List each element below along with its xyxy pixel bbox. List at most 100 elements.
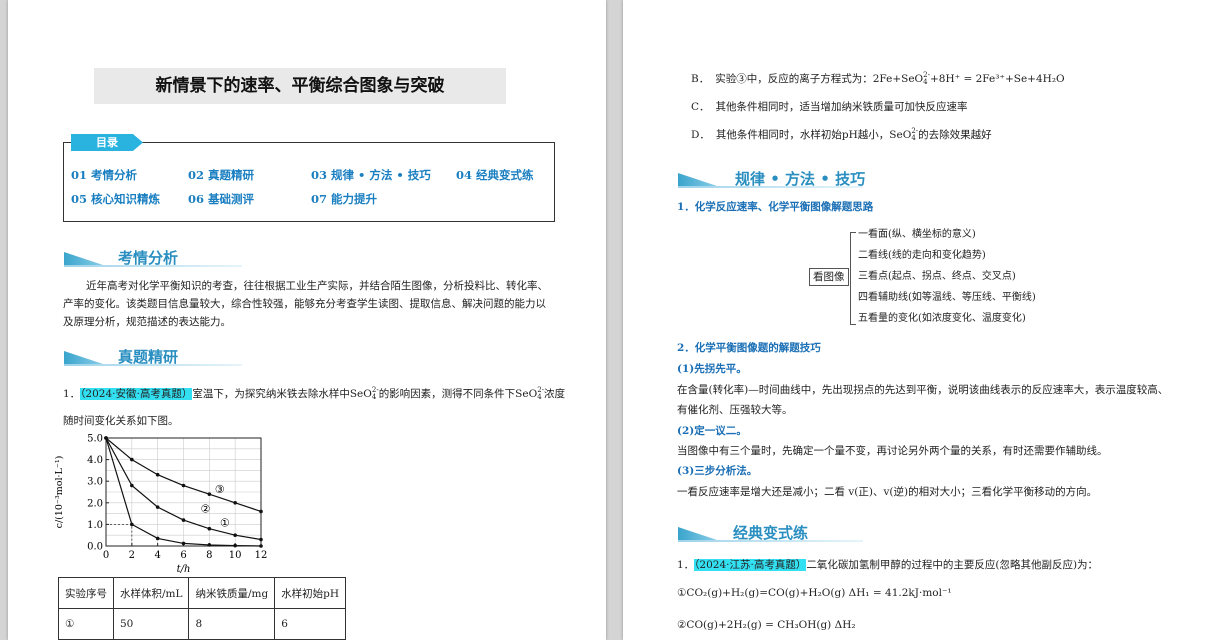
question-source-tag: （2024·江苏·高考真题） — [694, 559, 807, 571]
table-header: 水样初始pH — [274, 577, 347, 609]
table-cell: 8 — [188, 608, 276, 640]
data-point — [104, 436, 108, 440]
analysis-line-2: 产率的变化。该类题目信息量较大，综合性较强，能够充分考查学生读图、提取信息、解决… — [63, 298, 546, 310]
option-label: B． — [691, 73, 710, 85]
toc-tab: 目录 — [71, 134, 143, 151]
data-point — [181, 541, 186, 546]
section-marker-icon — [678, 527, 720, 541]
data-point — [207, 526, 212, 531]
x-axis-label: t/h — [177, 564, 191, 575]
series-label-2: ② — [201, 503, 211, 516]
option-label: C． — [691, 101, 710, 113]
x-tick-label: 6 — [180, 550, 186, 561]
toc-item-1[interactable]: 01 考情分析 — [71, 167, 137, 183]
ion-subscript: 4 — [537, 393, 542, 401]
diagram-item-4: 四看辅助线(如等温线、等压线、平衡线) — [858, 292, 1036, 303]
section-title-methods: 规律 • 方法 • 技巧 — [735, 170, 866, 188]
technique-title-2: (2)定一议二。 — [677, 425, 747, 437]
table-header: 实验序号 — [58, 577, 114, 609]
option-d: D． 其他条件相同时，水样初始pH越小，SeO 2- 4 的去除效果越好 — [691, 125, 992, 145]
section-marker-icon — [64, 252, 106, 266]
table-cell: 6 — [274, 608, 347, 640]
technique-title-1: (1)先拐先平。 — [677, 363, 747, 375]
document-title: 新情景下的速率、平衡综合图象与突破 — [94, 68, 506, 104]
analysis-line-3: 及原理分析，规范描述的表达能力。 — [63, 316, 231, 328]
data-point — [259, 537, 263, 542]
y-tick-label: 3.0 — [87, 477, 103, 488]
table-cell: ① — [58, 608, 114, 640]
section-marker-icon — [678, 173, 720, 187]
data-point — [233, 533, 237, 537]
diagram-label-box: 看图像 — [809, 268, 849, 286]
question-text: 二氧化碳加氢制甲醇的过程中的主要反应(忽略其他副反应)为： — [806, 559, 1099, 571]
technique-title-3: (3)三步分析法。 — [677, 465, 758, 477]
data-point — [155, 472, 160, 477]
y-tick-label: 4.0 — [87, 455, 103, 466]
x-tick-label: 4 — [154, 550, 160, 561]
x-tick-label: 2 — [129, 550, 135, 561]
concentration-time-chart: 0 2 4 6 8 10 12 0.0 1.0 2.0 3.0 4.0 5.0 t/h c/(10⁻³mol… — [54, 434, 268, 576]
question-text: 的影响因素，测得不同条件下SeO — [378, 388, 538, 400]
question-number: 1． — [63, 388, 81, 400]
section-title-practice: 经典变式练 — [733, 524, 809, 542]
question-1-line-1: 1．（2024·安徽·高考真题）室温下，为探究纳米铁去除水样中SeO 2- 4 的影响… — [63, 384, 565, 404]
equation-1: ①CO₂(g)+H₂(g)=CO(g)+H₂O(g) ΔH₁ = 41.2kJ·… — [677, 587, 952, 599]
diagram-bracket — [850, 232, 856, 325]
data-point — [207, 492, 212, 496]
y-tick-label: 1.0 — [87, 520, 103, 531]
question-source-tag: （2024·安徽·高考真题） — [80, 388, 193, 400]
left-page: 新情景下的速率、平衡综合图象与突破 目录 01 考情分析 02 真题精研 03 … — [8, 0, 606, 640]
section-title-exam: 真题精研 — [118, 348, 179, 366]
question-text: 浓度 — [544, 388, 566, 400]
data-point — [155, 505, 160, 509]
x-tick-label: 8 — [206, 550, 212, 561]
section-marker-icon — [64, 351, 106, 365]
technique-text-2: 当图像中有三个量时，先确定一个量不变，再讨论另外两个量的关系，有时还需要作辅助线… — [677, 445, 1108, 457]
x-tick-label: 12 — [255, 550, 268, 561]
method-heading-2: 2．化学平衡图像题的解题技巧 — [677, 342, 821, 354]
data-point — [181, 483, 186, 488]
toc-item-4[interactable]: 04 经典变式练 — [456, 167, 534, 183]
y-tick-label: 0.0 — [87, 542, 103, 553]
toc-item-2[interactable]: 02 真题精研 — [188, 167, 254, 183]
y-tick-label: 2.0 — [87, 498, 103, 509]
data-point — [259, 509, 263, 514]
series-label-3: ③ — [215, 483, 225, 496]
option-text: 实验③中，反应的离子方程式为：2Fe+SeO — [715, 73, 924, 85]
toc-item-3[interactable]: 03 规律 • 方法 • 技巧 — [311, 167, 431, 183]
table-cell: 50 — [112, 608, 190, 640]
x-tick-label: 0 — [103, 550, 109, 561]
diagram-item-2: 二看线(线的走向和变化趋势) — [858, 250, 986, 261]
technique-text-3: 一看反应速率是增大还是减小；二看 v(正)、v(逆)的相对大小；三看化学平衡移动… — [677, 486, 1098, 498]
series-label-1: ① — [220, 517, 230, 530]
data-point — [259, 544, 263, 548]
diagram-item-3: 三看点(起点、拐点、终点、交叉点) — [858, 271, 1016, 282]
analysis-line-1: 近年高考对化学平衡知识的考查，往往根据工业生产实际，并结合陌生图像，分析投料比、… — [86, 280, 548, 292]
data-point — [181, 518, 186, 522]
ion-subscript: 4 — [371, 393, 377, 401]
right-page: B． 实验③中，反应的离子方程式为：2Fe+SeO 2- 4 +8H⁺ = 2Fe³⁺+… — [623, 0, 1220, 640]
table-row: ① 50 8 6 — [58, 608, 347, 640]
option-text: +8H⁺ = 2Fe³⁺+Se+4H₂O — [929, 73, 1065, 85]
section-title-analysis: 考情分析 — [118, 249, 179, 267]
option-c: C． 其他条件相同时，适当增加纳米铁质量可加快反应速率 — [691, 97, 968, 117]
toc-item-5[interactable]: 05 核心知识精炼 — [71, 191, 160, 207]
data-point — [155, 536, 160, 541]
method-heading-1: 1．化学反应速率、化学平衡图像解题思路 — [677, 201, 874, 213]
question-text: 室温下，为探究纳米铁去除水样中SeO — [192, 388, 372, 400]
data-point — [130, 483, 134, 488]
y-tick-label: 5.0 — [87, 434, 103, 445]
diagram-item-5: 五看量的变化(如浓度变化、温度变化) — [858, 313, 1026, 324]
option-text: 的去除效果越好 — [918, 129, 992, 141]
y-axis-label: c/(10⁻³mol·L⁻¹) — [54, 456, 65, 529]
data-point — [233, 543, 237, 548]
data-point — [233, 501, 237, 505]
x-tick-label: 10 — [229, 550, 242, 561]
equation-2: ②CO(g)+2H₂(g) = CH₃OH(g) ΔH₂ — [677, 619, 856, 631]
technique-text-1b: 有催化剂、压强较大等。 — [677, 404, 793, 416]
toc-item-6[interactable]: 06 基础测评 — [188, 191, 254, 207]
diagram-item-1: 一看面(纵、横坐标的意义) — [858, 229, 976, 240]
toc-item-7[interactable]: 07 能力提升 — [311, 191, 377, 207]
experiment-table: 实验序号 水样体积/mL 纳米铁质量/mg 水样初始pH ① 50 8 6 — [58, 577, 347, 640]
table-header: 水样体积/mL — [112, 577, 190, 609]
